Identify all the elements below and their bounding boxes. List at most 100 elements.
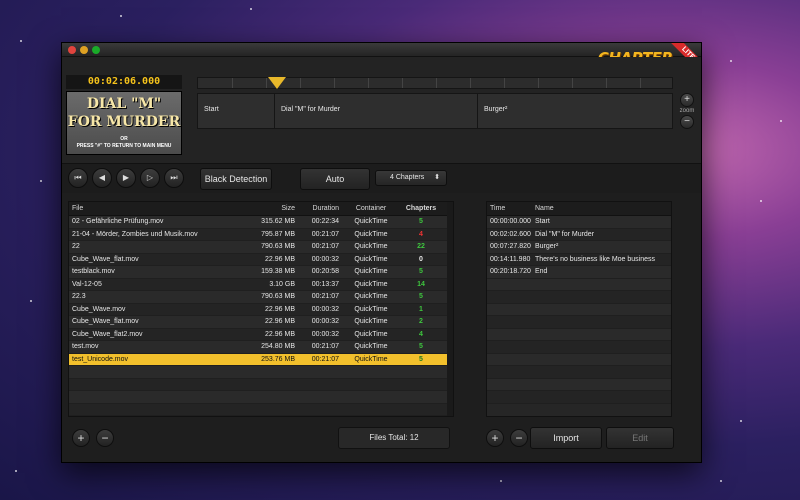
cell-file: 22 xyxy=(72,243,80,250)
chapter-row[interactable]: 00:00:00.000 Start xyxy=(487,216,671,229)
table-row[interactable]: 22.3 790.63 MB 00:21:07 QuickTime 5 xyxy=(69,291,453,304)
chapter-row[interactable]: 00:14:11.980 There's no business like Moe… xyxy=(487,253,671,266)
skip-to-end-button[interactable]: ⏭ xyxy=(164,168,184,188)
next-icon: ▷ xyxy=(146,173,154,182)
zoom-label: zoom xyxy=(679,108,695,114)
chapter-row[interactable]: 00:02:02.600 Dial "M" for Murder xyxy=(487,228,671,241)
play-button[interactable]: ▶ xyxy=(116,168,136,188)
cell-chapters: 4 xyxy=(419,230,423,238)
chapter-segment[interactable]: Start xyxy=(198,94,275,128)
cell-file: 22.3 xyxy=(72,293,86,300)
file-table: File Size Duration Container Chapters 02… xyxy=(68,201,454,417)
column-header-time[interactable]: Time xyxy=(487,202,531,215)
cell-file: Val-12-05 xyxy=(72,280,102,288)
empty-row xyxy=(69,403,453,416)
table-row[interactable]: test.mov 254.80 MB 00:21:07 QuickTime 5 xyxy=(69,341,453,354)
cell-container: QuickTime xyxy=(354,355,388,363)
remove-chapter-button[interactable]: − xyxy=(510,429,528,447)
table-row[interactable]: testblack.mov 159.38 MB 00:20:58 QuickTime 5 xyxy=(69,266,453,279)
remove-file-button[interactable]: − xyxy=(96,429,114,447)
timeline-tick xyxy=(606,78,607,88)
cell-size: 254.80 MB xyxy=(261,343,295,350)
table-row[interactable]: 22 790.63 MB 00:21:07 QuickTime 22 xyxy=(69,241,453,254)
timeline-tick xyxy=(368,78,369,88)
column-header-name[interactable]: Name xyxy=(531,202,671,215)
chapters-count-select[interactable]: 4 Chapters ⬍ xyxy=(375,170,447,186)
table-row[interactable]: 02 - Gefährliche Prüfung.mov 315.62 MB 00:… xyxy=(69,216,453,229)
auto-button[interactable]: Auto xyxy=(300,168,370,190)
minimize-window-button[interactable] xyxy=(80,46,88,54)
cell-name: End xyxy=(535,268,548,275)
play-icon: ▶ xyxy=(122,173,130,182)
cell-time: 00:20:18.720 xyxy=(490,268,531,275)
skip-to-start-button[interactable]: ⏮ xyxy=(68,168,88,188)
zoom-in-button[interactable]: + xyxy=(680,93,694,107)
column-header-size[interactable]: Size xyxy=(249,202,299,215)
file-table-body: 02 - Gefährliche Prüfung.mov 315.62 MB 00:… xyxy=(69,216,453,366)
empty-row xyxy=(487,366,671,379)
import-button[interactable]: Import xyxy=(530,427,602,449)
table-row[interactable]: Cube_Wave.mov 22.96 MB 00:00:32 QuickTime 1 xyxy=(69,303,453,316)
zoom-window-button[interactable] xyxy=(92,46,100,54)
table-row[interactable]: test_Unicode.mov 253.76 MB 00:21:07 QuickTi… xyxy=(69,353,453,366)
table-row[interactable]: Cube_Wave_flat.mov🔒 22.96 MB 00:00:32 Quick… xyxy=(69,316,453,329)
chapter-track[interactable]: Start Dial "M" for Murder Burger² xyxy=(197,93,673,129)
table-row[interactable]: 21-04 - Mörder, Zombies und Musik.mov 795… xyxy=(69,228,453,241)
cell-file: Cube_Wave_flat.mov🔒 xyxy=(72,318,139,325)
cell-size: 795.87 MB xyxy=(261,230,295,238)
chapters-count-value: 4 Chapters xyxy=(390,174,425,181)
column-header-duration[interactable]: Duration xyxy=(299,202,343,215)
column-header-container[interactable]: Container xyxy=(343,202,399,215)
cell-size: 159.38 MB xyxy=(261,268,295,275)
cell-file: test_Unicode.mov xyxy=(72,355,129,363)
chapter-segment-label: Start xyxy=(204,106,219,113)
cell-file: test.mov xyxy=(72,343,99,350)
cell-file: 21-04 - Mörder, Zombies und Musik.mov xyxy=(72,230,198,238)
table-row[interactable]: Cube_Wave_flat.mov 22.96 MB 00:00:32 QuickT… xyxy=(69,253,453,266)
chapter-row[interactable]: 00:07:27.820 Burger² xyxy=(487,241,671,254)
zoom-out-button[interactable]: − xyxy=(680,115,694,129)
preview-caption: OR PRESS "#" TO RETURN TO MAIN MENU xyxy=(67,136,181,150)
cell-file: testblack.mov xyxy=(72,268,115,275)
cell-time: 00:02:02.600 xyxy=(490,230,531,238)
chapter-row[interactable]: 00:20:18.720 End xyxy=(487,266,671,279)
cell-chapters: 22 xyxy=(417,243,425,250)
add-file-button[interactable]: + xyxy=(72,429,90,447)
playhead-marker[interactable] xyxy=(268,77,286,89)
column-header-chapters[interactable]: Chapters xyxy=(399,202,443,215)
timeline-tick xyxy=(470,78,471,88)
file-table-header: File Size Duration Container Chapters xyxy=(69,202,453,216)
empty-row xyxy=(69,366,453,379)
cell-time: 00:14:11.980 xyxy=(490,255,531,263)
edit-button[interactable]: Edit xyxy=(606,427,674,449)
add-chapter-button[interactable]: + xyxy=(486,429,504,447)
chapter-segment[interactable]: Dial "M" for Murder xyxy=(275,94,478,128)
close-window-button[interactable] xyxy=(68,46,76,54)
cell-size: 790.63 MB xyxy=(261,243,295,250)
files-total-label: Files Total: 12 xyxy=(338,427,450,449)
next-button[interactable]: ▷ xyxy=(140,168,160,188)
black-detection-button[interactable]: Black Detection xyxy=(200,168,272,190)
cell-file: 02 - Gefährliche Prüfung.mov xyxy=(72,218,164,225)
cell-size: 3.10 GB xyxy=(269,280,295,288)
cell-duration: 00:21:07 xyxy=(311,293,339,300)
file-table-scrollbar[interactable] xyxy=(447,202,453,416)
previous-icon: ◀ xyxy=(98,173,106,182)
cell-container: QuickTime xyxy=(354,343,388,350)
previous-button[interactable]: ◀ xyxy=(92,168,112,188)
table-row[interactable]: Cube_Wave_flat2.mov 22.96 MB 00:00:32 Quick… xyxy=(69,328,453,341)
empty-row xyxy=(487,391,671,404)
timeline-tick xyxy=(538,78,539,88)
zoom-control: + zoom − xyxy=(678,93,696,131)
timeline-ruler[interactable] xyxy=(197,77,673,89)
chapter-segment[interactable]: Burger² xyxy=(478,94,674,128)
cell-duration: 00:00:32 xyxy=(311,318,339,325)
transport-controls: ⏮ ◀ ▶ ▷ ⏭ xyxy=(68,168,184,188)
empty-row xyxy=(487,378,671,391)
timeline-tick xyxy=(266,78,267,88)
cell-duration: 00:13:37 xyxy=(311,280,339,288)
cell-chapters: 2 xyxy=(419,318,423,325)
cell-chapters: 1 xyxy=(419,305,423,313)
column-header-file[interactable]: File xyxy=(69,202,249,215)
table-row[interactable]: Val-12-05 3.10 GB 00:13:37 QuickTime 14 xyxy=(69,278,453,291)
